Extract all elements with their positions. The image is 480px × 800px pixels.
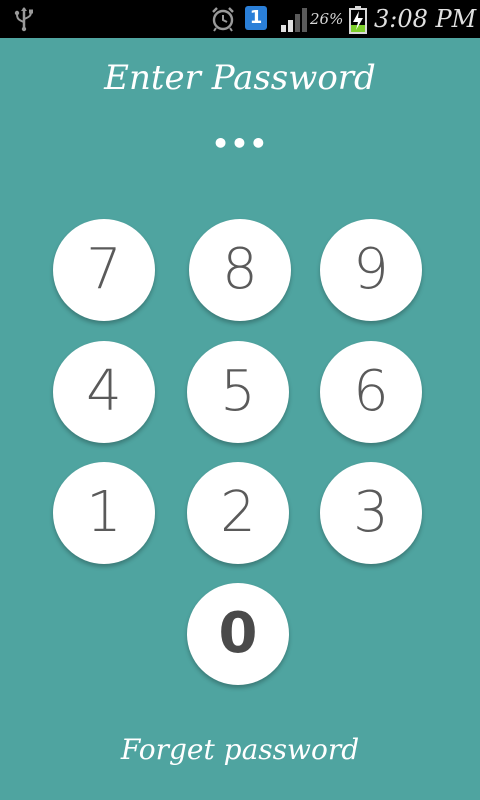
key-0[interactable]: 0 <box>187 583 289 685</box>
notification-badge-icon: 1 <box>245 6 267 30</box>
battery-percent: 26% <box>310 10 344 28</box>
key-4[interactable]: 4 <box>53 341 155 443</box>
status-time: 3:08 PM <box>374 5 477 33</box>
key-7[interactable]: 7 <box>53 219 155 321</box>
password-mask: ••• <box>211 127 269 160</box>
alarm-clock-icon <box>212 7 234 32</box>
usb-icon <box>14 7 33 32</box>
battery-charging-icon <box>349 6 367 34</box>
forget-password-link[interactable]: Forget password <box>0 728 480 772</box>
key-6[interactable]: 6 <box>320 341 422 443</box>
status-bar: 1 26% 3:08 PM <box>0 0 480 38</box>
key-1[interactable]: 1 <box>53 462 155 564</box>
key-5[interactable]: 5 <box>187 341 289 443</box>
key-3[interactable]: 3 <box>320 462 422 564</box>
page-title: Enter Password <box>104 58 376 98</box>
key-9[interactable]: 9 <box>320 219 422 321</box>
signal-strength-icon <box>281 8 307 32</box>
key-8[interactable]: 8 <box>189 219 291 321</box>
key-2[interactable]: 2 <box>187 462 289 564</box>
